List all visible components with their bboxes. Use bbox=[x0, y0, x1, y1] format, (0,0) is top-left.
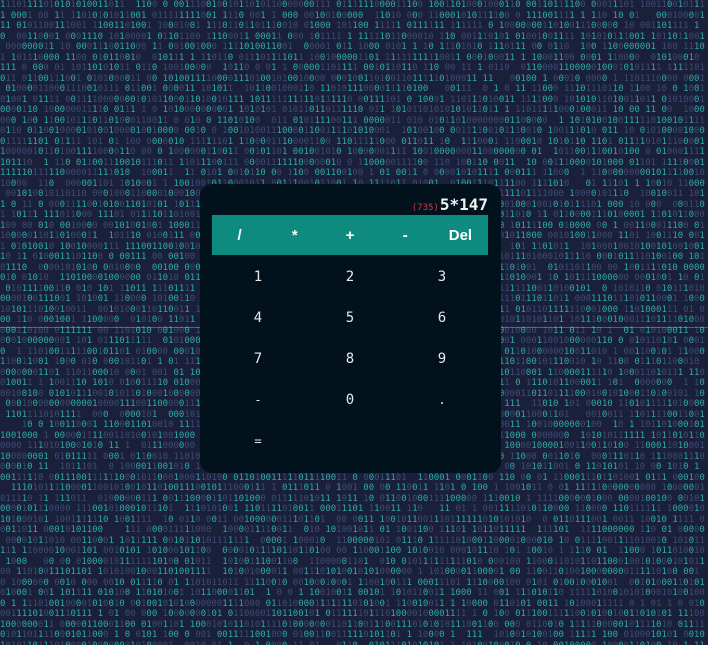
equals-button[interactable]: = bbox=[212, 434, 304, 448]
key-1[interactable]: 1 bbox=[212, 269, 304, 285]
key-5[interactable]: 5 bbox=[304, 310, 396, 326]
key-0[interactable]: 0 bbox=[304, 392, 396, 408]
key-2[interactable]: 2 bbox=[304, 269, 396, 285]
key-3[interactable]: 3 bbox=[396, 269, 488, 285]
key-minus[interactable]: - bbox=[212, 393, 304, 407]
key-6[interactable]: 6 bbox=[396, 310, 488, 326]
add-button[interactable]: + bbox=[322, 227, 377, 244]
keypad-row: - 0 . bbox=[212, 379, 488, 420]
operator-bar: / * + - Del bbox=[212, 215, 488, 255]
subtract-button[interactable]: - bbox=[378, 227, 433, 244]
delete-button[interactable]: Del bbox=[433, 227, 488, 244]
key-7[interactable]: 7 bbox=[212, 351, 304, 367]
divide-button[interactable]: / bbox=[212, 227, 267, 244]
keypad-row: 4 5 6 bbox=[212, 297, 488, 338]
keypad-row: 1 2 3 bbox=[212, 256, 488, 297]
keypad: 1 2 3 4 5 6 7 8 9 - 0 . = bbox=[212, 256, 488, 461]
calculator-display: (735) 5*147 bbox=[412, 195, 488, 214]
key-8[interactable]: 8 bbox=[304, 351, 396, 367]
key-9[interactable]: 9 bbox=[396, 351, 488, 367]
keypad-row: = bbox=[212, 420, 488, 461]
multiply-button[interactable]: * bbox=[267, 227, 322, 244]
key-4[interactable]: 4 bbox=[212, 310, 304, 326]
expression-text: 5*147 bbox=[440, 195, 488, 214]
calculator: (735) 5*147 / * + - Del 1 2 3 4 5 6 7 8 … bbox=[200, 184, 501, 473]
result-preview: (735) bbox=[412, 203, 439, 213]
key-decimal[interactable]: . bbox=[396, 393, 488, 407]
keypad-row: 7 8 9 bbox=[212, 338, 488, 379]
